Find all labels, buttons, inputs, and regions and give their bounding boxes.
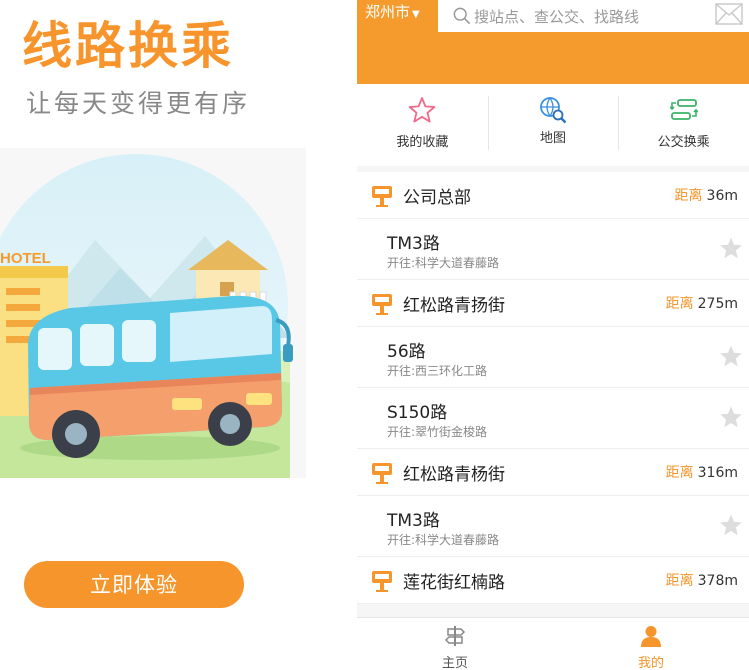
hotel-sign: HOTEL xyxy=(0,250,51,267)
quick-action-favorites[interactable]: 我的收藏 xyxy=(357,84,488,166)
bus-stop-sign-icon xyxy=(372,463,392,484)
route-direction: 开往:西三环化工路 xyxy=(387,364,488,378)
try-now-button[interactable]: 立即体验 xyxy=(24,561,244,608)
stop-header[interactable]: 红松路青扬街 距离 275m xyxy=(357,280,749,327)
favorite-star-icon[interactable] xyxy=(719,513,743,537)
caret-down-icon: ▼ xyxy=(412,9,420,20)
route-name: 56路 xyxy=(387,342,426,362)
bus-stop-sign-icon xyxy=(372,186,392,207)
stop-distance: 距离 36m xyxy=(675,185,738,205)
favorite-star-icon[interactable] xyxy=(719,405,743,429)
app-header: 郑州市 ▼ 搜站点、查公交、找路线 xyxy=(357,0,749,84)
route-direction: 开往:科学大道春藤路 xyxy=(387,533,500,547)
bus-stop-sign-icon xyxy=(372,294,392,315)
transfer-icon xyxy=(669,99,698,120)
route-name: TM3路 xyxy=(387,234,440,254)
stop-header[interactable]: 红松路青杨街 距离 316m xyxy=(357,449,749,496)
distance-value: 316m xyxy=(697,465,738,481)
city-selector[interactable]: 郑州市 ▼ xyxy=(365,1,420,22)
promo-panel: 线路换乘 让每天变得更有序 HOTEL 立即体验 xyxy=(0,0,356,670)
distance-label: 距离 xyxy=(674,188,703,204)
tab-label: 主页 xyxy=(441,656,468,670)
stop-distance: 距离 378m xyxy=(666,570,738,590)
city-name: 郑州市 xyxy=(365,3,411,21)
route-row[interactable]: TM3路 开往:科学大道春藤路 xyxy=(357,496,749,557)
stop-header[interactable]: 莲花街红楠路 距离 378m xyxy=(357,557,749,604)
route-direction: 开往:科学大道春藤路 xyxy=(387,256,500,270)
stop-name: 公司总部 xyxy=(403,188,471,208)
star-outline-icon xyxy=(409,97,436,123)
stop-name: 红松路青杨街 xyxy=(403,465,505,485)
bus-stop-sign-icon xyxy=(372,571,392,592)
quick-action-label: 地图 xyxy=(540,131,567,146)
route-direction: 开往:翠竹街金梭路 xyxy=(387,425,488,439)
route-row[interactable]: S150路 开往:翠竹街金梭路 xyxy=(357,388,749,449)
quick-action-map[interactable]: 地图 xyxy=(487,84,619,166)
route-row[interactable]: 56路 开往:西三环化工路 xyxy=(357,327,749,388)
route-name: S150路 xyxy=(387,403,448,423)
search-icon xyxy=(453,7,471,25)
stop-header[interactable]: 公司总部 距离 36m xyxy=(357,172,749,219)
route-row[interactable]: TM3路 开往:科学大道春藤路 xyxy=(357,219,749,280)
search-placeholder: 搜站点、查公交、找路线 xyxy=(474,7,640,26)
route-name: TM3路 xyxy=(387,511,440,531)
distance-value: 36m xyxy=(706,188,738,204)
distance-label: 距离 xyxy=(665,296,694,312)
tab-label: 我的 xyxy=(637,656,664,670)
promo-title: 线路换乘 xyxy=(22,17,234,75)
stop-distance: 距离 275m xyxy=(666,293,738,313)
stop-name: 红松路青扬街 xyxy=(403,296,505,316)
tab-mine[interactable]: 我的 xyxy=(553,618,749,670)
bottom-tab-bar: 主页 我的 xyxy=(357,617,749,670)
distance-value: 378m xyxy=(697,573,738,589)
quick-actions: 我的收藏 地图 公交换乘 xyxy=(357,84,749,166)
globe-search-icon xyxy=(540,97,567,124)
message-icon[interactable] xyxy=(715,3,743,25)
bus-illustration: HOTEL xyxy=(0,148,306,478)
signpost-icon xyxy=(444,626,466,646)
user-icon xyxy=(641,626,661,647)
quick-action-label: 我的收藏 xyxy=(396,135,449,150)
distance-label: 距离 xyxy=(665,465,694,481)
stop-name: 莲花街红楠路 xyxy=(403,573,505,593)
distance-label: 距离 xyxy=(665,573,694,589)
bus-app-screen: 郑州市 ▼ 搜站点、查公交、找路线 我的收藏 地图 公交换乘 公司总部 距离 3… xyxy=(357,0,749,670)
quick-action-transfer[interactable]: 公交换乘 xyxy=(618,84,749,166)
favorite-star-icon[interactable] xyxy=(719,236,743,260)
tab-home[interactable]: 主页 xyxy=(357,618,553,670)
quick-action-label: 公交换乘 xyxy=(657,135,710,150)
distance-value: 275m xyxy=(697,296,738,312)
nearby-stops-list: 公司总部 距离 36m TM3路 开往:科学大道春藤路 红松路青扬街 距离 275m… xyxy=(357,172,749,604)
search-bar[interactable]: 搜站点、查公交、找路线 xyxy=(438,0,749,32)
promo-subtitle: 让每天变得更有序 xyxy=(26,89,251,118)
stop-distance: 距离 316m xyxy=(666,462,738,482)
favorite-star-icon[interactable] xyxy=(719,344,743,368)
